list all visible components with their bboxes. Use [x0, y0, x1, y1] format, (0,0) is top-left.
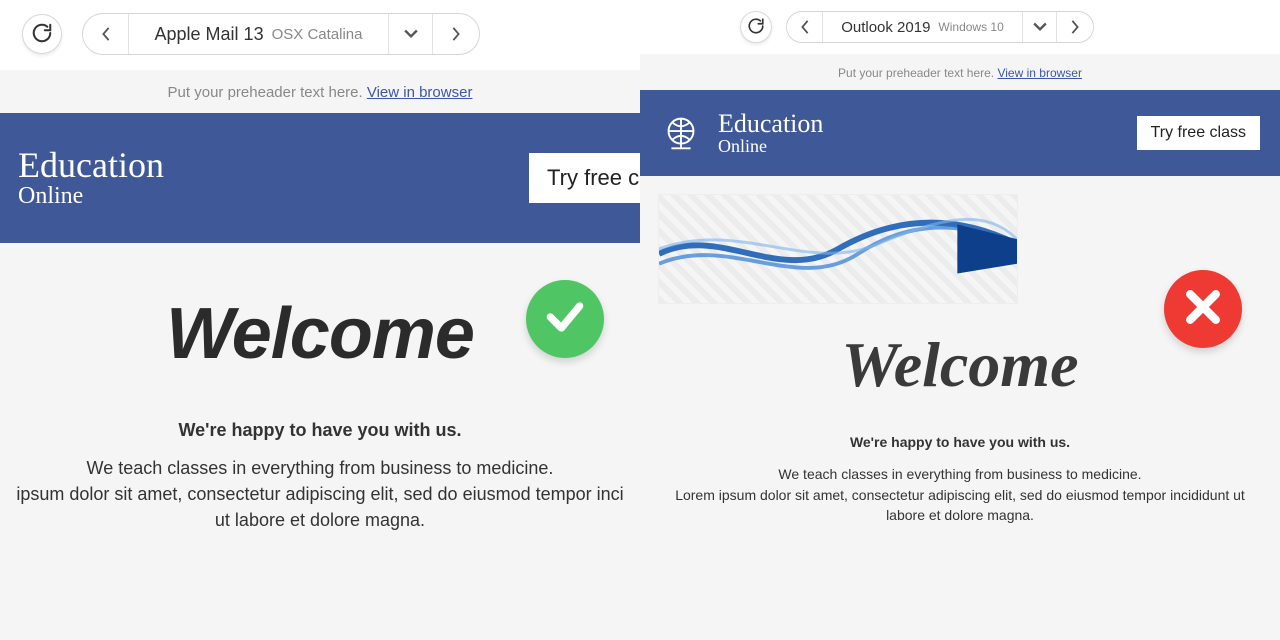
body-line2: Lorem ipsum dolor sit amet, consectetur … [658, 485, 1262, 505]
brand: Education Online [658, 110, 823, 156]
client-os: Windows 10 [938, 20, 1003, 34]
client-dropdown-button[interactable] [389, 14, 433, 54]
close-icon [1181, 285, 1225, 334]
body-copy: We're happy to have you with us. We teac… [0, 417, 640, 533]
client-dropdown-button[interactable] [1023, 12, 1057, 42]
preheader-text: Put your preheader text here. [838, 66, 997, 80]
client-name: Outlook 2019 [841, 19, 930, 36]
email-preview: Put your preheader text here. View in br… [640, 54, 1280, 640]
client-select[interactable]: Apple Mail 13 OSX Catalina [129, 14, 389, 54]
reload-button[interactable] [22, 14, 62, 54]
body-line3: labore et dolore magna. [658, 505, 1262, 525]
globe-icon [658, 110, 704, 156]
toolbar: Outlook 2019 Windows 10 [640, 0, 1280, 54]
reload-icon [747, 17, 765, 38]
try-free-class-button[interactable]: Try free class [1137, 116, 1260, 150]
reload-button[interactable] [740, 11, 772, 43]
brand-line1: Education [718, 110, 823, 137]
client-switcher: Apple Mail 13 OSX Catalina [82, 13, 480, 55]
email-preview: Put your preheader text here. View in br… [0, 70, 640, 640]
body-copy: We're happy to have you with us. We teac… [640, 432, 1280, 525]
brand: Education Online [18, 147, 164, 210]
brand-bar: Education Online Try free class [640, 90, 1280, 176]
status-badge-pass [526, 280, 604, 358]
preview-pane-outlook: Outlook 2019 Windows 10 Put your prehead… [640, 0, 1280, 640]
prev-client-button[interactable] [83, 14, 129, 54]
brand-line2: Online [18, 184, 164, 209]
reload-icon [31, 22, 53, 47]
view-in-browser-link[interactable]: View in browser [367, 84, 473, 101]
body-strong: We're happy to have you with us. [658, 432, 1262, 452]
body-line1: We teach classes in everything from busi… [2, 455, 638, 481]
view-in-browser-link[interactable]: View in browser [997, 66, 1081, 80]
client-switcher: Outlook 2019 Windows 10 [786, 11, 1094, 43]
brand-text: Education Online [18, 147, 164, 210]
brand-bar: Education Online Try free cl [0, 113, 640, 243]
brand-line2: Online [718, 137, 823, 156]
client-os: OSX Catalina [272, 26, 363, 43]
client-select[interactable]: Outlook 2019 Windows 10 [823, 12, 1023, 42]
status-badge-fail [1164, 270, 1242, 348]
check-icon [543, 295, 587, 344]
next-client-button[interactable] [1057, 12, 1093, 42]
body-line1: We teach classes in everything from busi… [658, 464, 1262, 484]
preheader: Put your preheader text here. View in br… [640, 54, 1280, 90]
preheader: Put your preheader text here. View in br… [0, 70, 640, 113]
prev-client-button[interactable] [787, 12, 823, 42]
next-client-button[interactable] [433, 14, 479, 54]
client-name: Apple Mail 13 [155, 24, 264, 45]
preview-pane-apple-mail: Apple Mail 13 OSX Catalina Put your preh… [0, 0, 640, 640]
hero-wave-image [658, 194, 1018, 304]
body-line2: ipsum dolor sit amet, consectetur adipis… [2, 481, 638, 507]
toolbar: Apple Mail 13 OSX Catalina [0, 0, 640, 70]
body-line3: ut labore et dolore magna. [2, 507, 638, 533]
body-strong: We're happy to have you with us. [2, 417, 638, 443]
preheader-text: Put your preheader text here. [168, 84, 367, 101]
brand-line1: Education [18, 147, 164, 185]
brand-text: Education Online [718, 110, 823, 156]
